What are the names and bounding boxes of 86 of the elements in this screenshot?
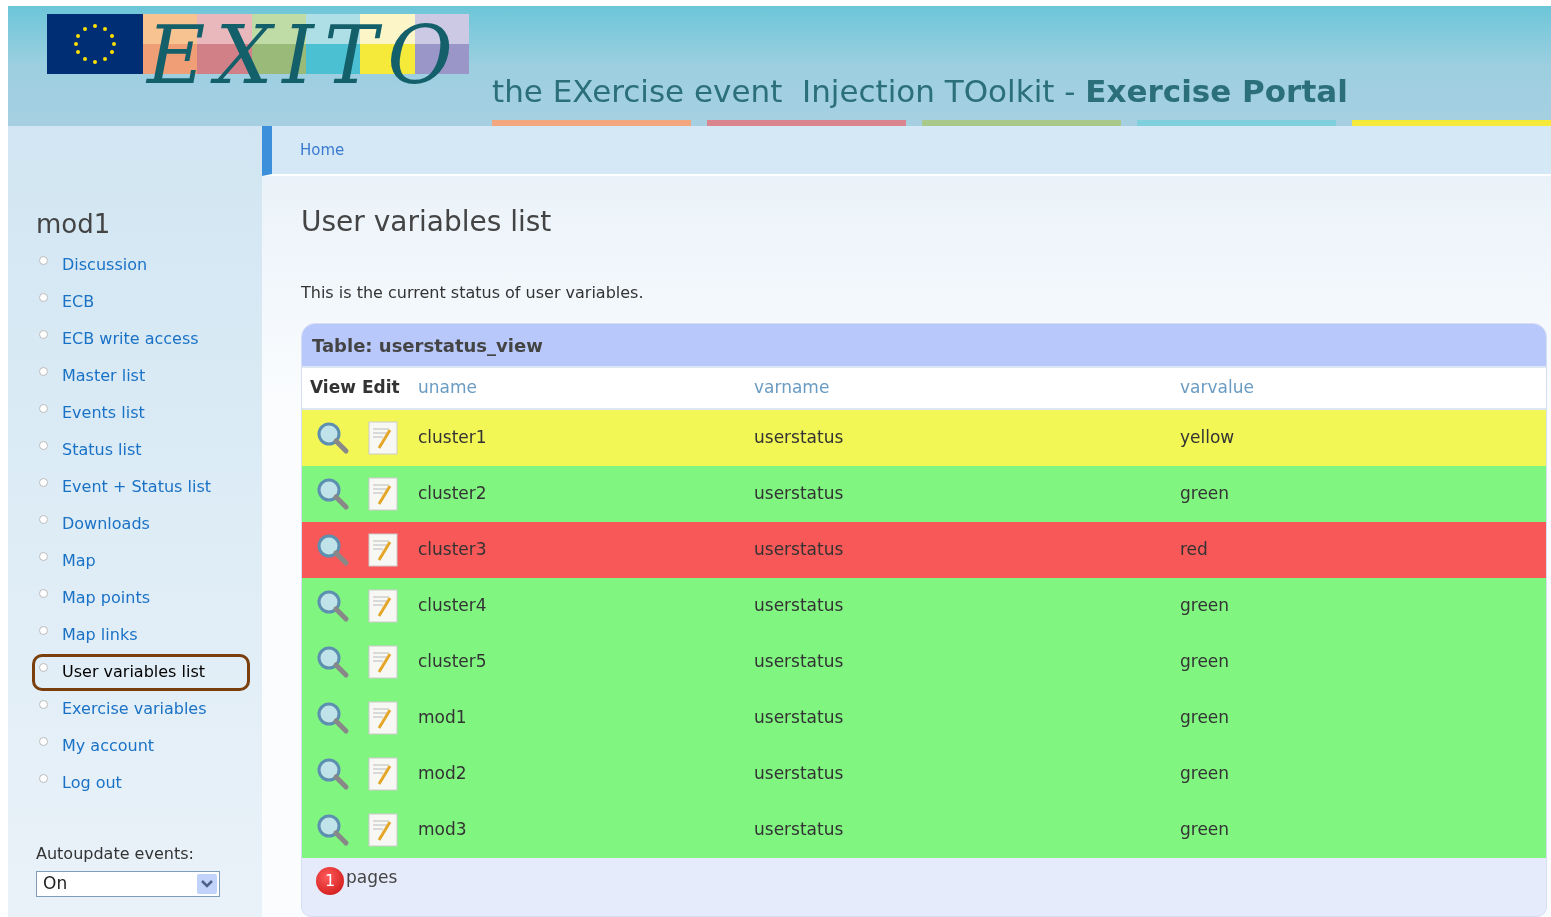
bullet-icon	[39, 329, 48, 339]
sidebar-title: mod1	[36, 208, 112, 241]
table-cell-text: userstatus	[754, 650, 845, 674]
table-cell-text: userstatus	[754, 706, 845, 730]
magnifier-icon[interactable]	[316, 645, 350, 679]
table-caption: Table: userstatus_view	[302, 324, 1546, 366]
magnifier-icon[interactable]	[316, 421, 350, 455]
edit-note-icon[interactable]	[368, 701, 398, 735]
table-cell-text: green	[1180, 706, 1231, 730]
magnifier-icon[interactable]	[316, 589, 350, 623]
edit-note-icon[interactable]	[368, 757, 398, 791]
sidebar-link[interactable]: Events list	[62, 401, 145, 425]
bullet-icon	[39, 588, 48, 598]
sidebar-link[interactable]: Map points	[62, 586, 150, 610]
column-header: Edit	[362, 376, 401, 400]
table-cell-text: mod3	[418, 818, 468, 842]
sidebar-link[interactable]: Downloads	[62, 512, 150, 536]
edit-note-icon[interactable]	[368, 813, 398, 847]
magnifier-icon[interactable]	[316, 757, 350, 791]
edit-note-icon[interactable]	[368, 645, 398, 679]
sidebar-link[interactable]: Map links	[62, 623, 138, 647]
magnifier-icon[interactable]	[316, 477, 350, 511]
table-cell-text: userstatus	[754, 818, 845, 842]
table-cell-text: cluster1	[418, 426, 488, 450]
table-cell-text: green	[1180, 650, 1231, 674]
column-sort-link[interactable]: varvalue	[1180, 375, 1546, 401]
table-cell-text: cluster5	[418, 650, 488, 674]
bullet-icon	[39, 514, 48, 524]
table-cell-text: cluster4	[418, 594, 488, 618]
autoupdate-label: Autoupdate events:	[36, 842, 195, 865]
edit-note-icon[interactable]	[368, 477, 398, 511]
column-sort-link[interactable]: uname	[418, 375, 754, 401]
bullet-icon	[39, 551, 48, 561]
table-cell-text: green	[1180, 762, 1231, 786]
bullet-icon	[39, 477, 48, 487]
sidebar-link[interactable]: Map	[62, 549, 96, 573]
table-cell-text: userstatus	[754, 594, 845, 618]
sidebar-link[interactable]: My account	[62, 734, 155, 758]
table-cell-text: userstatus	[754, 482, 845, 506]
edit-note-icon[interactable]	[368, 533, 398, 567]
magnifier-icon[interactable]	[316, 813, 350, 847]
bullet-icon	[39, 366, 48, 376]
bullet-icon	[39, 292, 48, 302]
bullet-icon	[39, 662, 48, 672]
table-cell-text: red	[1180, 538, 1209, 562]
magnifier-icon[interactable]	[316, 701, 350, 735]
table-cell-text: green	[1180, 482, 1231, 506]
table-cell-text: green	[1180, 594, 1231, 618]
page-number-button[interactable]: 1	[316, 867, 344, 895]
sidebar-link[interactable]: Exercise variables	[62, 697, 207, 721]
bullet-icon	[39, 255, 48, 265]
page-description: This is the current status of user variables.	[301, 282, 645, 304]
column-header: View	[309, 376, 357, 400]
sidebar-link[interactable]: Master list	[62, 364, 146, 388]
bullet-icon	[39, 403, 48, 413]
sidebar-link[interactable]: Status list	[62, 438, 142, 462]
breadcrumb-link[interactable]: Home	[300, 138, 345, 162]
table-cell-text: green	[1180, 818, 1231, 842]
table-cell-text: yellow	[1180, 426, 1236, 450]
bullet-icon	[39, 440, 48, 450]
tagline: the EXercise event Injection TOolkit - Exercise Portal	[492, 76, 1348, 107]
table-cell-text: mod2	[418, 762, 468, 786]
table-cell-text: cluster2	[418, 482, 488, 506]
bullet-icon	[39, 773, 48, 783]
sidebar-link[interactable]: ECB write access	[62, 327, 199, 351]
autoupdate-select[interactable]: On	[36, 870, 220, 897]
magnifier-icon[interactable]	[316, 533, 350, 567]
sidebar-link[interactable]: Discussion	[62, 253, 148, 277]
table-cell-text: mod1	[418, 706, 468, 730]
table-cell-text: cluster3	[418, 538, 488, 562]
table-cell-text: userstatus	[754, 762, 845, 786]
eu-flag-icon	[47, 14, 143, 74]
column-sort-link[interactable]: varname	[754, 375, 1180, 401]
table-cell-text: userstatus	[754, 426, 845, 450]
exito-logo: EXITO	[143, 14, 469, 114]
page-title: User variables list	[301, 204, 553, 239]
pager-label: pages	[346, 866, 398, 890]
table-cell-text: userstatus	[754, 538, 845, 562]
edit-note-icon[interactable]	[368, 589, 398, 623]
bullet-icon	[39, 736, 48, 746]
bullet-icon	[39, 699, 48, 709]
bullet-icon	[39, 625, 48, 635]
sidebar-link[interactable]: ECB	[62, 290, 95, 314]
sidebar-link[interactable]: Log out	[62, 771, 122, 795]
sidebar-link[interactable]: Event + Status list	[62, 475, 211, 499]
edit-note-icon[interactable]	[368, 421, 398, 455]
